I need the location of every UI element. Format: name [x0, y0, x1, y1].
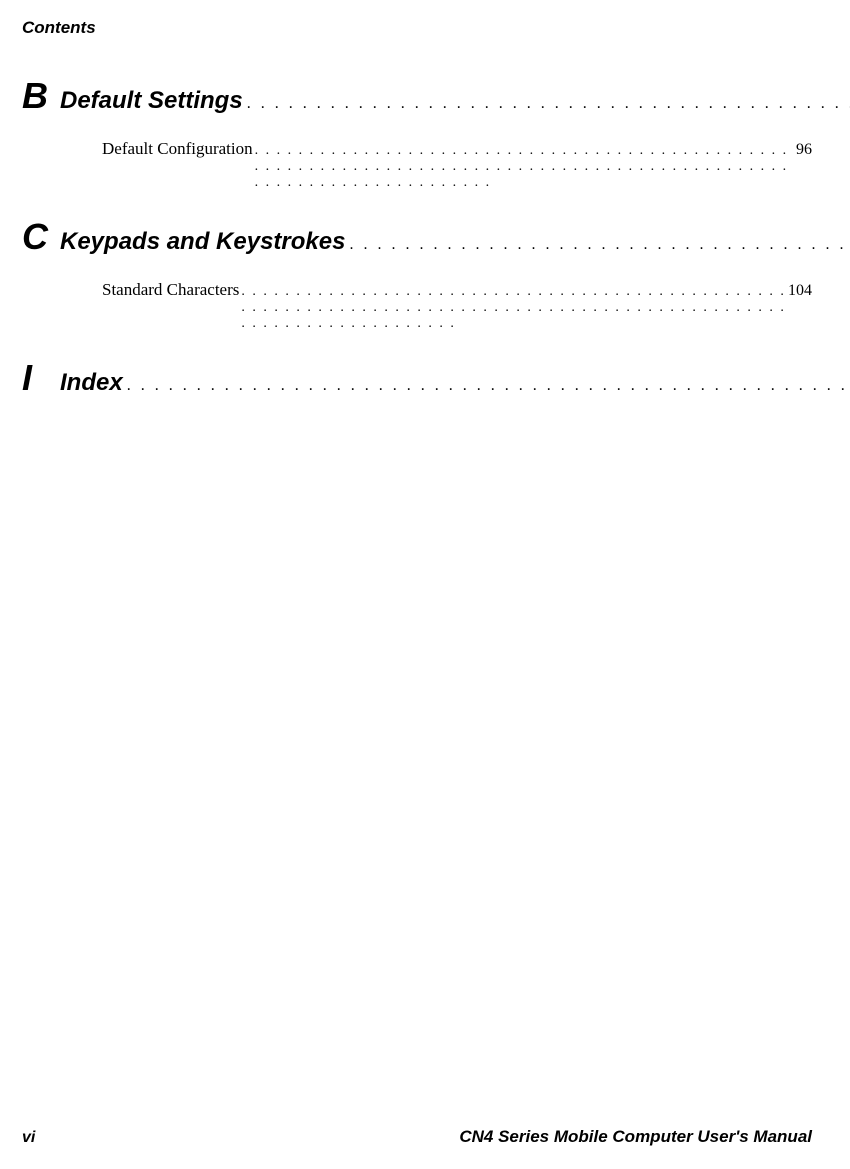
- chapter-line: Default Settings 95: [60, 87, 850, 115]
- sub-entry-page-number: 96: [796, 141, 812, 159]
- chapter-row: I Index 109: [22, 360, 812, 397]
- chapter-letter: I: [22, 360, 60, 396]
- dot-leader: [127, 377, 850, 395]
- chapter-letter: B: [22, 78, 60, 114]
- chapter-title: Keypads and Keystrokes: [60, 228, 345, 256]
- footer-manual-title: CN4 Series Mobile Computer User's Manual: [459, 1127, 812, 1147]
- page-footer: vi CN4 Series Mobile Computer User's Man…: [22, 1127, 812, 1147]
- chapter-title: Index: [60, 369, 123, 397]
- chapter-line: Keypads and Keystrokes 103: [60, 228, 850, 256]
- footer-page-number: vi: [22, 1129, 35, 1147]
- chapter-row: C Keypads and Keystrokes 103: [22, 219, 812, 256]
- sub-entry-title: Standard Characters: [102, 280, 239, 300]
- page-header: Contents: [22, 18, 96, 38]
- chapter-line: Index 109: [60, 369, 850, 397]
- chapter-row: B Default Settings 95: [22, 78, 812, 115]
- dot-leader: [349, 236, 850, 254]
- sub-entry-row: Default Configuration 96: [22, 139, 812, 191]
- chapter-letter: C: [22, 219, 60, 255]
- chapter-title: Default Settings: [60, 87, 243, 115]
- sub-entry-title: Default Configuration: [102, 139, 253, 159]
- dot-leader: [241, 284, 786, 332]
- dot-leader: [247, 95, 850, 113]
- dot-leader: [255, 143, 794, 191]
- table-of-contents: B Default Settings 95 Default Configurat…: [22, 78, 812, 397]
- sub-entry-page-number: 104: [788, 282, 812, 300]
- sub-entry-row: Standard Characters 104: [22, 280, 812, 332]
